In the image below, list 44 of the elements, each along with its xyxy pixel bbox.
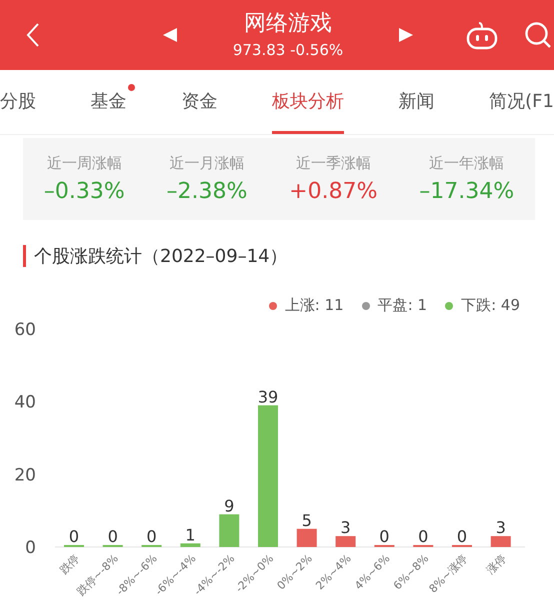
- index-quote: 973.83 -0.56%: [232, 40, 344, 61]
- bar-value-label: 5: [302, 510, 312, 530]
- bar-value-label: 3: [496, 518, 506, 538]
- stat-value: –2.38%: [166, 179, 248, 204]
- bar-value-label: 9: [224, 496, 234, 516]
- section-title: 个股涨跌统计（2022–09–14）: [34, 245, 288, 268]
- section-marker: [23, 245, 26, 267]
- legend-label: 上涨: 11: [284, 296, 344, 315]
- bar-value-label: 3: [340, 518, 351, 538]
- tab[interactable]: 分股: [0, 70, 36, 134]
- stat-label: 近一月涨幅: [169, 154, 244, 173]
- y-tick-label: 40: [14, 392, 36, 413]
- legend-label: 平盘: 1: [378, 296, 428, 315]
- back-icon[interactable]: [26, 22, 40, 48]
- stat-value: +0.87%: [289, 179, 378, 204]
- bar-value-label: 0: [146, 527, 157, 546]
- tab[interactable]: 新闻: [398, 70, 434, 134]
- bar-value-label: 0: [68, 527, 80, 546]
- tab[interactable]: 板块分析: [272, 70, 344, 134]
- stat-value: –17.34%: [419, 179, 514, 204]
- stat-label: 近一季涨幅: [296, 154, 371, 173]
- x-tick-label: 跌停: [57, 552, 82, 577]
- next-icon[interactable]: [398, 27, 414, 43]
- window-title: 网络游戏: [244, 10, 332, 38]
- bar-value-label: 39: [258, 387, 278, 406]
- robot-icon[interactable]: [466, 20, 498, 50]
- bar-value-label: 0: [418, 527, 428, 546]
- bar-value-label: 1: [185, 525, 196, 544]
- stat-value: –0.33%: [44, 179, 125, 204]
- x-tick-label: 涨停: [484, 552, 509, 577]
- y-tick-label: 20: [14, 465, 36, 486]
- search-icon[interactable]: [524, 21, 552, 49]
- previous-icon[interactable]: [162, 27, 178, 43]
- stat-label: 近一年涨幅: [429, 154, 504, 173]
- tab[interactable]: 简况(F1: [489, 70, 554, 134]
- stat-label: 近一周涨幅: [46, 154, 122, 173]
- bar-value-label: 0: [456, 527, 468, 546]
- bar-value-label: 0: [108, 527, 118, 546]
- legend-label: 下跌: 49: [461, 296, 520, 315]
- bar-value-label: 0: [379, 527, 390, 546]
- tab[interactable]: 基金: [90, 70, 127, 134]
- y-tick-label: 0: [25, 538, 36, 558]
- y-tick-label: 60: [14, 320, 36, 340]
- tab[interactable]: 资金: [181, 70, 218, 134]
